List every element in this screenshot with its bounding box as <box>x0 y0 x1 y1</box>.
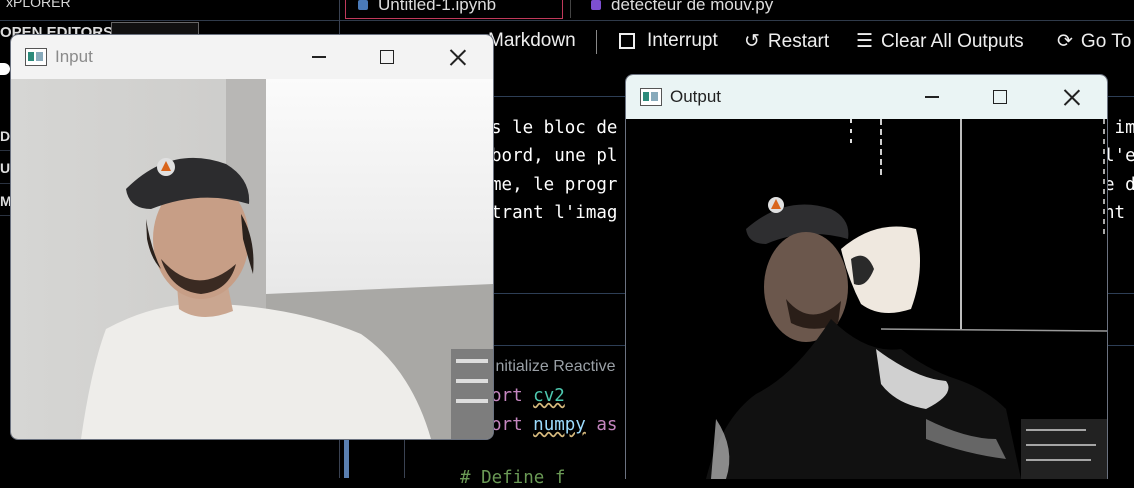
markdown-line: me, le progr <box>491 175 618 195</box>
clear-outputs-button[interactable]: ☰ Clear All Outputs <box>856 30 1024 53</box>
keyword: as <box>585 415 618 435</box>
interrupt-button[interactable]: Interrupt <box>619 30 718 52</box>
code-line: ort numpy as <box>491 415 617 435</box>
restart-icon: ↺ <box>744 31 760 52</box>
webcam-frame <box>11 79 493 439</box>
clear-outputs-label: Clear All Outputs <box>881 30 1024 52</box>
minimize-icon <box>312 56 326 58</box>
tab-notebook[interactable]: Untitled-1.ipynb <box>345 0 563 19</box>
code-line: ort cv2 <box>491 386 565 406</box>
sidebar-divider <box>0 183 10 184</box>
markdown-button[interactable]: Markdown <box>488 30 576 52</box>
notebook-file-icon <box>358 0 368 10</box>
cell-status-label: Initialize Reactive <box>491 358 616 375</box>
tab-label: detecteur de mouv.py <box>611 0 774 14</box>
input-titlebar[interactable]: Input <box>11 35 493 79</box>
interrupt-label: Interrupt <box>647 30 718 51</box>
minimize-icon <box>925 96 939 98</box>
markdown-line-end: e d <box>1104 175 1134 195</box>
module-name: cv2 <box>533 386 565 406</box>
app-window-icon <box>25 48 47 66</box>
maximize-icon <box>380 50 394 64</box>
sidebar-toggle-icon[interactable] <box>0 63 10 75</box>
markdown-line: s le bloc de <box>491 118 618 138</box>
markdown-button-label: Markdown <box>488 30 576 51</box>
tab-label: Untitled-1.ipynb <box>378 0 497 14</box>
close-button[interactable] <box>425 35 491 79</box>
keyword: ort <box>491 386 523 406</box>
restart-label: Restart <box>767 30 830 52</box>
goto-button[interactable]: ⟳ Go To <box>1057 30 1131 53</box>
maximize-icon <box>993 90 1007 104</box>
module-name: numpy <box>533 415 586 435</box>
markdown-line: bord, une pl <box>491 146 618 166</box>
markdown-line-end: nt <box>1104 203 1134 223</box>
output-titlebar[interactable]: Output <box>626 75 1107 119</box>
output-window[interactable]: Output <box>625 74 1108 479</box>
motion-mask-frame <box>626 119 1107 479</box>
clear-all-icon: ☰ <box>856 31 874 52</box>
minimize-button[interactable] <box>286 35 352 79</box>
sidebar-divider <box>0 150 10 151</box>
markdown-line-end: im <box>1104 118 1134 138</box>
sidebar-divider <box>0 215 10 216</box>
app-window-icon <box>640 88 662 106</box>
keyword: ort <box>491 415 523 435</box>
explorer-title: xPLORER <box>6 0 71 10</box>
input-window[interactable]: Input <box>10 34 494 440</box>
editor-tabbar: xPLORER <box>0 0 1134 21</box>
stop-square-icon <box>619 33 635 49</box>
markdown-line: trant l'imag <box>491 203 618 223</box>
window-title: Input <box>55 47 93 66</box>
close-icon <box>450 49 466 65</box>
markdown-line-end: l'e <box>1104 146 1134 166</box>
maximize-button[interactable] <box>967 75 1033 119</box>
python-file-icon <box>591 0 601 10</box>
restart-button[interactable]: ↺ Restart <box>744 30 829 53</box>
window-title: Output <box>670 87 722 106</box>
toolbar-separator <box>596 30 597 54</box>
maximize-button[interactable] <box>354 35 420 79</box>
minimize-button[interactable] <box>899 75 965 119</box>
close-button[interactable] <box>1039 75 1105 119</box>
tab-python-file[interactable]: detecteur de mouv.py <box>570 0 879 18</box>
refresh-icon: ⟳ <box>1057 31 1073 52</box>
goto-label: Go To <box>1080 30 1132 52</box>
close-icon <box>1064 89 1080 105</box>
code-comment: # Define f <box>460 468 566 488</box>
